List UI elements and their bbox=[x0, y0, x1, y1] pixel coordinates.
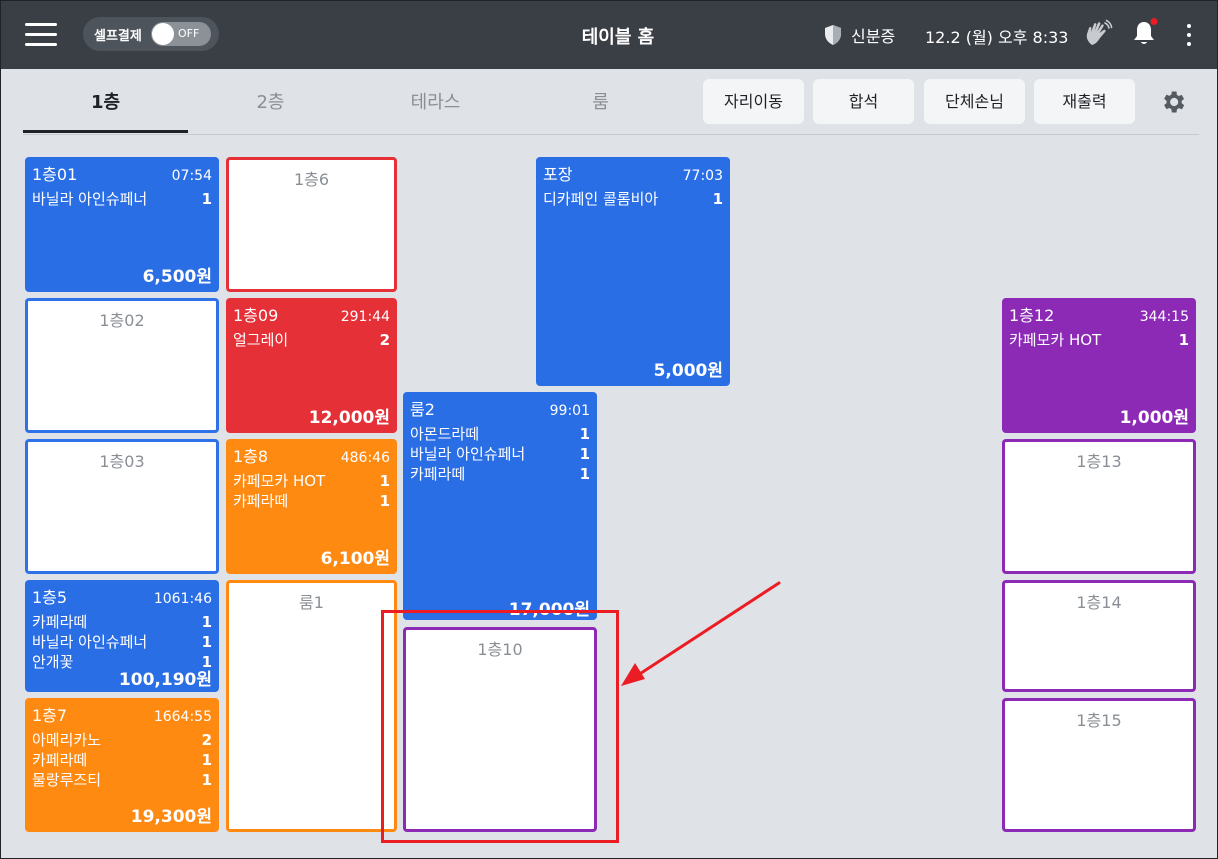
order-item: 바닐라 아인슈페너 1 bbox=[32, 190, 212, 208]
order-item: 아몬드라떼 1 bbox=[410, 425, 590, 443]
table-1f10[interactable]: 1층10 bbox=[403, 627, 597, 832]
notification-dot bbox=[1150, 18, 1158, 25]
page-title: 테이블 홈 bbox=[581, 27, 655, 48]
table-total: 6,500원 bbox=[142, 267, 212, 287]
tab-floor-2[interactable]: 2층 bbox=[188, 81, 353, 133]
table-total: 17,000원 bbox=[508, 600, 590, 620]
tabs-divider bbox=[23, 134, 1199, 135]
table-1f7[interactable]: 1층7 1664:55 아메리카노 2 카페라떼 1 물랑루즈티 1 19,300원 bbox=[25, 698, 219, 832]
table-name: 1층12 bbox=[1009, 306, 1055, 325]
table-name: 1층7 bbox=[32, 706, 68, 725]
self-pay-toggle[interactable]: OFF bbox=[151, 22, 211, 46]
table-elapsed-time: 99:01 bbox=[549, 403, 590, 419]
table-total: 5,000원 bbox=[653, 361, 723, 381]
table-name: 1층09 bbox=[233, 306, 279, 325]
table-room2[interactable]: 룸2 99:01 아몬드라떼 1 바닐라 아인슈페너 1 카페라떼 1 17,000원 bbox=[403, 392, 597, 620]
menu-icon[interactable] bbox=[25, 23, 57, 47]
order-item: 물랑루즈티 1 bbox=[32, 771, 212, 789]
table-1f15[interactable]: 1층15 bbox=[1002, 698, 1196, 832]
table-elapsed-time: 1664:55 bbox=[153, 709, 212, 725]
table-total: 19,300원 bbox=[130, 807, 212, 827]
order-item: 디카페인 콜롬비아 1 bbox=[543, 190, 723, 208]
table-name: 1층02 bbox=[99, 311, 145, 330]
order-item: 카페라떼 1 bbox=[233, 492, 390, 510]
table-elapsed-time: 344:15 bbox=[1139, 309, 1189, 325]
table-elapsed-time: 77:03 bbox=[682, 168, 723, 184]
order-item: 카페모카 HOT 1 bbox=[233, 472, 390, 490]
order-item: 카페라떼 1 bbox=[32, 751, 212, 769]
toggle-state: OFF bbox=[178, 27, 200, 40]
table-total: 100,190원 bbox=[118, 670, 212, 690]
table-name: 1층8 bbox=[233, 447, 269, 466]
table-elapsed-time: 291:44 bbox=[340, 309, 390, 325]
order-item: 아메리카노 2 bbox=[32, 731, 212, 749]
merge-table-button[interactable]: 합석 bbox=[813, 79, 914, 124]
toggle-knob bbox=[152, 23, 174, 45]
table-1f13[interactable]: 1층13 bbox=[1002, 439, 1196, 574]
table-name: 1층01 bbox=[32, 165, 78, 184]
table-1f12[interactable]: 1층12 344:15 카페모카 HOT 1 1,000원 bbox=[1002, 298, 1196, 433]
table-name: 1층15 bbox=[1076, 711, 1122, 730]
pos-window: 셀프결제 OFF 테이블 홈 신분증 12.2 (월) 오후 8:33 1층 2… bbox=[0, 0, 1218, 859]
datetime: 12.2 (월) 오후 8:33 bbox=[925, 28, 1069, 47]
arrow-icon bbox=[621, 581, 781, 686]
table-takeout[interactable]: 포장 77:03 디카페인 콜롬비아 1 5,000원 bbox=[536, 157, 730, 386]
bell-icon[interactable] bbox=[1131, 18, 1159, 48]
self-pay-control: 셀프결제 OFF bbox=[83, 17, 219, 51]
table-name: 룸1 bbox=[299, 593, 324, 612]
tab-room[interactable]: 룸 bbox=[518, 81, 683, 133]
table-elapsed-time: 486:46 bbox=[340, 450, 390, 466]
order-item: 얼그레이 2 bbox=[233, 331, 390, 349]
move-seat-button[interactable]: 자리이동 bbox=[703, 79, 804, 124]
hand-wave-icon[interactable] bbox=[1083, 19, 1113, 49]
table-1f6[interactable]: 1층6 bbox=[226, 157, 397, 292]
table-elapsed-time: 1061:46 bbox=[153, 591, 212, 607]
shield-icon bbox=[825, 25, 841, 45]
order-item: 바닐라 아인슈페너 1 bbox=[32, 633, 212, 651]
table-elapsed-time: 07:54 bbox=[171, 168, 212, 184]
self-pay-label: 셀프결제 bbox=[94, 28, 142, 44]
id-check-button[interactable]: 신분증 bbox=[823, 23, 895, 47]
table-total: 1,000원 bbox=[1119, 408, 1189, 428]
table-total: 6,100원 bbox=[320, 549, 390, 569]
id-check-label: 신분증 bbox=[851, 27, 896, 46]
table-name: 룸2 bbox=[410, 400, 435, 419]
table-total: 12,000원 bbox=[308, 408, 390, 428]
table-1f5[interactable]: 1층5 1061:46 카페라떼 1 바닐라 아인슈페너 1 안개꽃 1 100,190… bbox=[25, 580, 219, 692]
group-guest-button[interactable]: 단체손님 bbox=[924, 79, 1025, 124]
table-name: 1층5 bbox=[32, 588, 68, 607]
table-1f09[interactable]: 1층09 291:44 얼그레이 2 12,000원 bbox=[226, 298, 397, 433]
order-item: 카페라떼 1 bbox=[32, 613, 212, 631]
gear-icon[interactable] bbox=[1159, 88, 1187, 116]
reprint-button[interactable]: 재출력 bbox=[1034, 79, 1135, 124]
table-name: 1층14 bbox=[1076, 593, 1122, 612]
table-1f14[interactable]: 1층14 bbox=[1002, 580, 1196, 692]
tab-terrace[interactable]: 테라스 bbox=[353, 81, 518, 133]
table-name: 1층6 bbox=[293, 170, 330, 189]
table-1f03[interactable]: 1층03 bbox=[25, 439, 219, 574]
table-name: 1층03 bbox=[99, 452, 145, 471]
table-name: 1층13 bbox=[1076, 452, 1122, 471]
table-1f02[interactable]: 1층02 bbox=[25, 298, 219, 433]
tab-floor-1[interactable]: 1층 bbox=[23, 81, 188, 133]
top-bar: 셀프결제 OFF 테이블 홈 신분증 12.2 (월) 오후 8:33 bbox=[1, 1, 1217, 69]
table-1f01[interactable]: 1층01 07:54 바닐라 아인슈페너 1 6,500원 bbox=[25, 157, 219, 292]
table-1f8[interactable]: 1층8 486:46 카페모카 HOT 1 카페라떼 1 6,100원 bbox=[226, 439, 397, 574]
order-item: 바닐라 아인슈페너 1 bbox=[410, 445, 590, 463]
table-room1[interactable]: 룸1 bbox=[226, 580, 397, 832]
more-vertical-icon[interactable] bbox=[1179, 21, 1199, 49]
order-item: 카페라떼 1 bbox=[410, 465, 590, 483]
table-name: 1층10 bbox=[477, 640, 523, 659]
table-name: 포장 bbox=[543, 165, 573, 184]
order-item: 카페모카 HOT 1 bbox=[1009, 331, 1189, 349]
